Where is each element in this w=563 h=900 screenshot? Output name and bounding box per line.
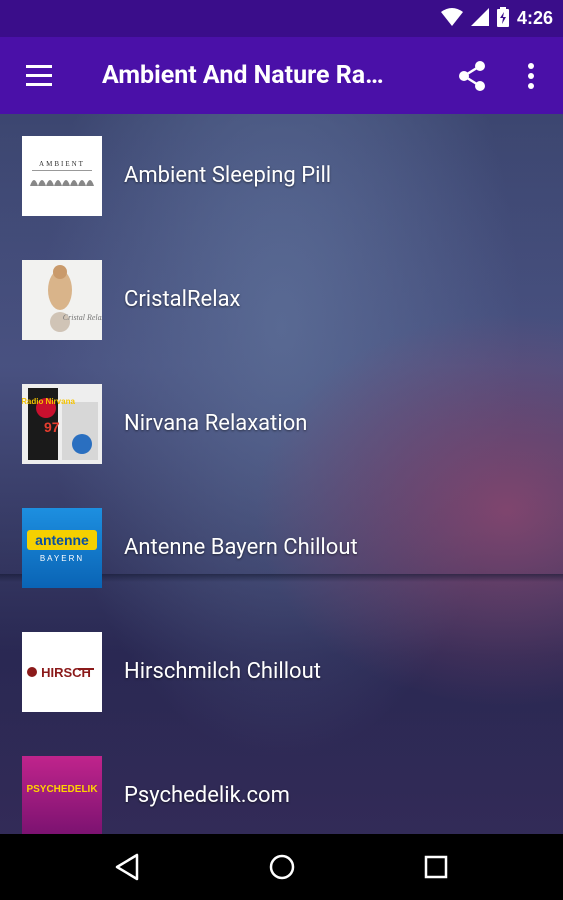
- station-name: CristalRelax: [124, 287, 241, 312]
- station-logo: AMBIENT: [22, 136, 102, 216]
- svg-text:97: 97: [44, 419, 60, 435]
- signal-icon: [470, 7, 489, 30]
- station-name: Psychedelik.com: [124, 783, 290, 808]
- home-icon[interactable]: [267, 852, 297, 882]
- recents-icon[interactable]: [421, 852, 451, 882]
- station-item-ambient-sleeping-pill[interactable]: AMBIENT Ambient Sleeping Pill: [0, 114, 563, 238]
- svg-text:AMBIENT: AMBIENT: [39, 160, 85, 168]
- station-item-psychedelik[interactable]: PSYCHEDELIK Psychedelik.com: [0, 734, 563, 834]
- station-name: Nirvana Relaxation: [124, 411, 308, 436]
- station-name: Ambient Sleeping Pill: [124, 163, 332, 188]
- status-time: 4:26: [516, 8, 553, 28]
- svg-text:Radio Nirvana: Radio Nirvana: [22, 397, 75, 406]
- menu-icon[interactable]: [24, 62, 56, 90]
- wifi-icon: [440, 7, 463, 30]
- back-icon[interactable]: [113, 852, 143, 882]
- battery-icon: [496, 6, 509, 31]
- station-logo: HIRSCH: [22, 632, 102, 712]
- station-item-hirschmilch-chillout[interactable]: HIRSCH Hirschmilch Chillout: [0, 610, 563, 734]
- station-item-antenne-bayern-chillout[interactable]: antenne BAYERN Antenne Bayern Chillout: [0, 486, 563, 610]
- svg-text:Cristal Relax: Cristal Relax: [63, 313, 102, 322]
- svg-text:PSYCHEDELIK: PSYCHEDELIK: [26, 784, 98, 795]
- station-list: AMBIENT Ambient Sleeping Pill Cristal Re…: [0, 114, 563, 834]
- station-logo: Cristal Relax: [22, 260, 102, 340]
- status-bar: 4:26: [0, 0, 563, 37]
- status-icons: 4:26: [440, 0, 553, 37]
- more-options-icon[interactable]: [520, 59, 542, 93]
- app-title: Ambient And Nature Ra…: [102, 61, 384, 90]
- station-item-nirvana-relaxation[interactable]: Radio Nirvana 97 Nirvana Relaxation: [0, 362, 563, 486]
- station-name: Antenne Bayern Chillout: [124, 535, 358, 560]
- svg-text:antenne: antenne: [35, 532, 89, 548]
- station-item-cristalrelax[interactable]: Cristal Relax CristalRelax: [0, 238, 563, 362]
- station-logo: PSYCHEDELIK: [22, 756, 102, 834]
- app-bar: Ambient And Nature Ra…: [0, 37, 563, 114]
- station-name: Hirschmilch Chillout: [124, 659, 321, 684]
- navigation-bar: [0, 834, 563, 900]
- svg-text:HIRSCH: HIRSCH: [41, 665, 91, 680]
- svg-text:BAYERN: BAYERN: [40, 554, 84, 563]
- station-logo: antenne BAYERN: [22, 508, 102, 588]
- share-icon[interactable]: [456, 59, 490, 93]
- station-logo: Radio Nirvana 97: [22, 384, 102, 464]
